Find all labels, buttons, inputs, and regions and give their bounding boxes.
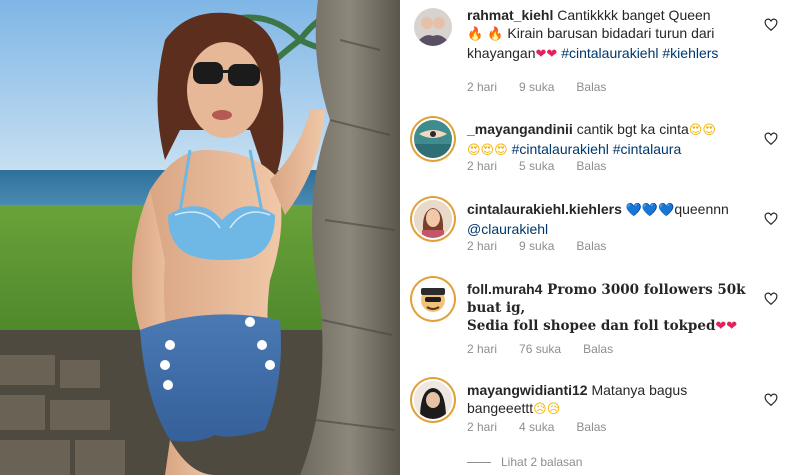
- avatar[interactable]: [414, 8, 452, 46]
- avatar[interactable]: [414, 120, 452, 158]
- heart-emoji: ❤❤: [535, 47, 558, 62]
- comment-body: Cantikkkk banget Queen: [557, 7, 711, 23]
- like-heart-icon[interactable]: [764, 18, 778, 32]
- reply-button[interactable]: Balas: [576, 80, 606, 94]
- sad-face-emoji: 😥😥: [533, 402, 561, 417]
- reply-button[interactable]: Balas: [576, 159, 606, 173]
- avatar[interactable]: [414, 381, 452, 419]
- comment-meta: 2 hari 9 suka Balas: [467, 239, 606, 253]
- hashtag[interactable]: #cintalaurakiehl: [561, 45, 658, 61]
- comment-text: foll.murah4 Promo 3000 followers 50k bua…: [467, 280, 757, 336]
- blue-heart-emoji: 💙💙💙: [625, 203, 675, 218]
- comment-meta: 2 hari 9 suka Balas: [467, 80, 606, 94]
- post-photo: [0, 0, 400, 475]
- comment-likes[interactable]: 9 suka: [519, 80, 554, 94]
- comment-text: rahmat_kiehl Cantikkkk banget Queen 🔥 🔥 …: [467, 6, 757, 64]
- hashtag[interactable]: #kiehlers: [662, 45, 718, 61]
- comment-body-continued: Sedia foll shopee dan foll tokped: [467, 318, 716, 334]
- like-heart-icon[interactable]: [764, 292, 778, 306]
- heart-eyes-emoji: 😍😍: [688, 123, 716, 138]
- comment-body: queennn: [674, 201, 729, 217]
- comment-username[interactable]: foll.murah4: [467, 281, 542, 297]
- heart-eyes-emoji: 😍😍😍: [467, 143, 508, 158]
- comment-meta: 2 hari 5 suka Balas: [467, 159, 606, 173]
- reply-button[interactable]: Balas: [576, 420, 606, 434]
- comment-text: cintalaurakiehl.kiehlers 💙💙💙queennn @cla…: [467, 200, 757, 238]
- mention[interactable]: @claurakiehl: [467, 221, 548, 237]
- view-replies-button[interactable]: Lihat 2 balasan: [467, 455, 582, 469]
- comment-text: mayangwidianti12 Matanya bagus bangeeett…: [467, 381, 757, 419]
- view-replies-label: Lihat 2 balasan: [501, 455, 583, 469]
- comment-likes[interactable]: 9 suka: [519, 239, 554, 253]
- hashtag[interactable]: #cintalaura: [613, 141, 682, 157]
- comment-username[interactable]: _mayangandinii: [467, 121, 573, 137]
- comment-likes[interactable]: 4 suka: [519, 420, 554, 434]
- comment-text: _mayangandinii cantik bgt ka cinta😍😍 😍😍😍…: [467, 120, 757, 160]
- comment-time: 2 hari: [467, 80, 498, 94]
- comment-time: 2 hari: [467, 342, 498, 356]
- hashtag[interactable]: #cintalaurakiehl: [512, 141, 609, 157]
- comment-likes[interactable]: 76 suka: [519, 342, 561, 356]
- comment-meta: 2 hari 76 suka Balas: [467, 342, 613, 356]
- comment-username[interactable]: mayangwidianti12: [467, 382, 588, 398]
- comment-username[interactable]: cintalaurakiehl.kiehlers: [467, 201, 622, 217]
- replies-divider: [467, 461, 491, 463]
- avatar[interactable]: [414, 280, 452, 318]
- comments-panel: rahmat_kiehl Cantikkkk banget Queen 🔥 🔥 …: [400, 0, 800, 475]
- comment-likes[interactable]: 5 suka: [519, 159, 554, 173]
- reply-button[interactable]: Balas: [576, 239, 606, 253]
- fire-emoji: 🔥 🔥: [467, 27, 504, 42]
- photo-illustration: [0, 0, 400, 475]
- like-heart-icon[interactable]: [764, 393, 778, 407]
- like-heart-icon[interactable]: [764, 132, 778, 146]
- comment-time: 2 hari: [467, 420, 498, 434]
- comment-time: 2 hari: [467, 239, 498, 253]
- heart-emoji: ❤❤: [715, 319, 738, 334]
- avatar[interactable]: [414, 200, 452, 238]
- comment-time: 2 hari: [467, 159, 498, 173]
- comment-username[interactable]: rahmat_kiehl: [467, 7, 553, 23]
- like-heart-icon[interactable]: [764, 212, 778, 226]
- reply-button[interactable]: Balas: [583, 342, 613, 356]
- comment-body: cantik bgt ka cinta: [576, 121, 689, 137]
- comment-meta: 2 hari 4 suka Balas: [467, 420, 606, 434]
